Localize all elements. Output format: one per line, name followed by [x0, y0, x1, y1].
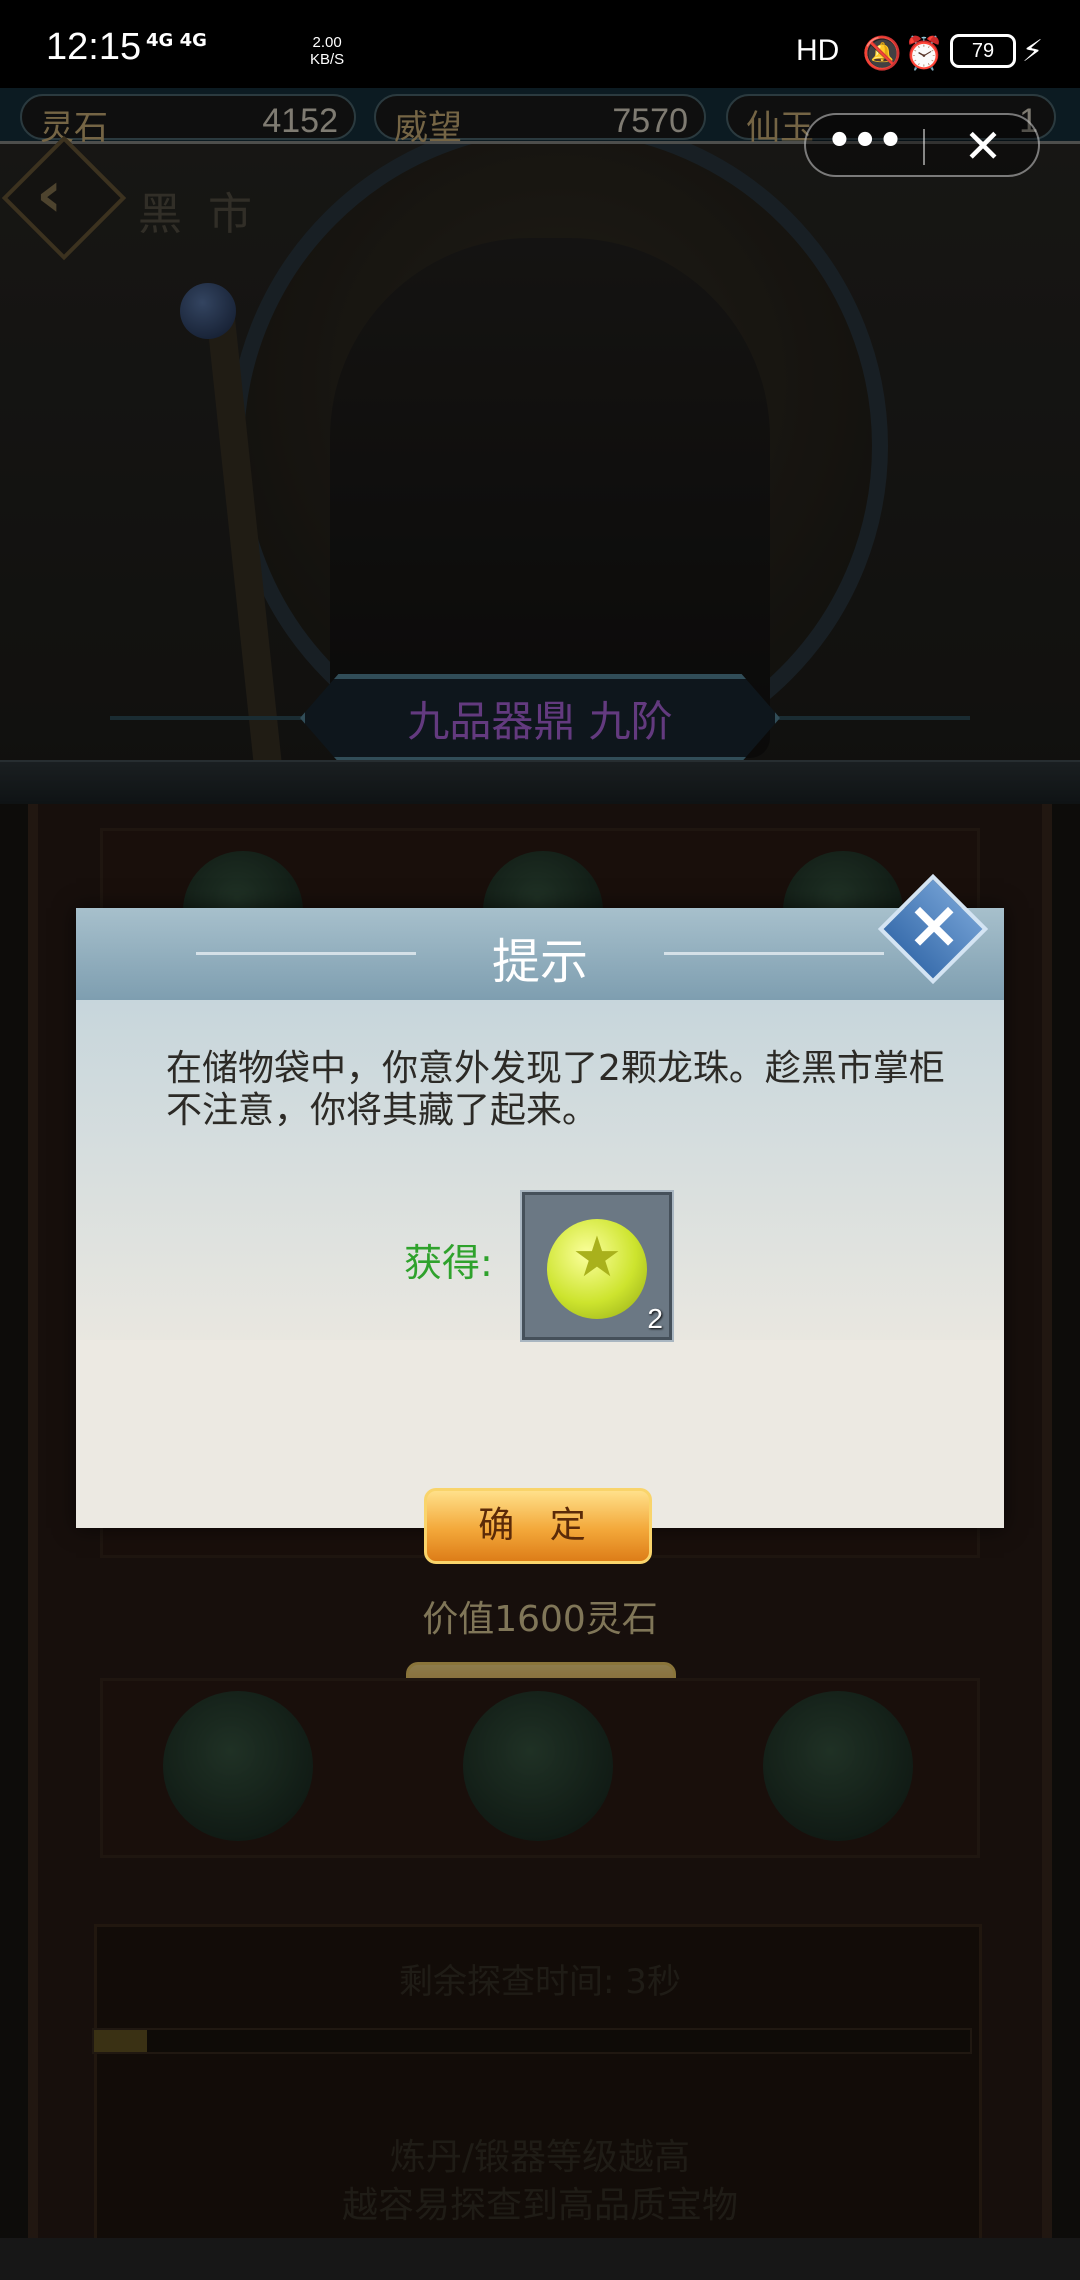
- status-bar: 12:15 4G 4G 2.00 KB/S HD 🔕 ⏰ 79 ⚡: [0, 0, 1080, 88]
- dialog-header: 提示: [76, 908, 1004, 1000]
- network-speed: 2.00 KB/S: [310, 34, 344, 68]
- game-scene: 灵石 4152 威望 7570 仙玉 1 ‹ 黑市 九品器鼎 九阶 价值1600…: [0, 88, 1080, 2280]
- alarm-icon: ⏰: [904, 34, 944, 72]
- charging-icon: ⚡: [1022, 34, 1044, 69]
- mute-icon: 🔕: [862, 34, 902, 72]
- confirm-button[interactable]: 确 定: [424, 1488, 652, 1564]
- mini-program-capsule: ••• ✕: [804, 113, 1040, 177]
- dialog-message: 在储物袋中，你意外发现了2颗龙珠。趁黑市掌柜不注意，你将其藏了起来。: [166, 1048, 945, 1131]
- hd-indicator: HD: [796, 34, 840, 67]
- battery-icon: 79: [950, 34, 1016, 68]
- signal-icon: 4G 4G: [146, 30, 207, 51]
- star-icon: ★: [571, 1225, 623, 1290]
- reward-item-slot[interactable]: ★ 2: [520, 1190, 674, 1342]
- close-mini-program-button[interactable]: ✕: [924, 115, 1042, 179]
- more-button[interactable]: •••: [806, 115, 924, 179]
- speed-value: 2.00: [312, 34, 342, 51]
- gain-label: 获得:: [404, 1241, 493, 1285]
- status-time: 12:15: [46, 26, 142, 68]
- item-count: 2: [647, 1303, 663, 1334]
- dialog-title: 提示: [491, 934, 588, 990]
- speed-unit: KB/S: [310, 51, 345, 68]
- hint-dialog: 提示 × 在储物袋中，你意外发现了2颗龙珠。趁黑市掌柜不注意，你将其藏了起来。 …: [76, 873, 1004, 1564]
- close-icon: ×: [906, 886, 962, 963]
